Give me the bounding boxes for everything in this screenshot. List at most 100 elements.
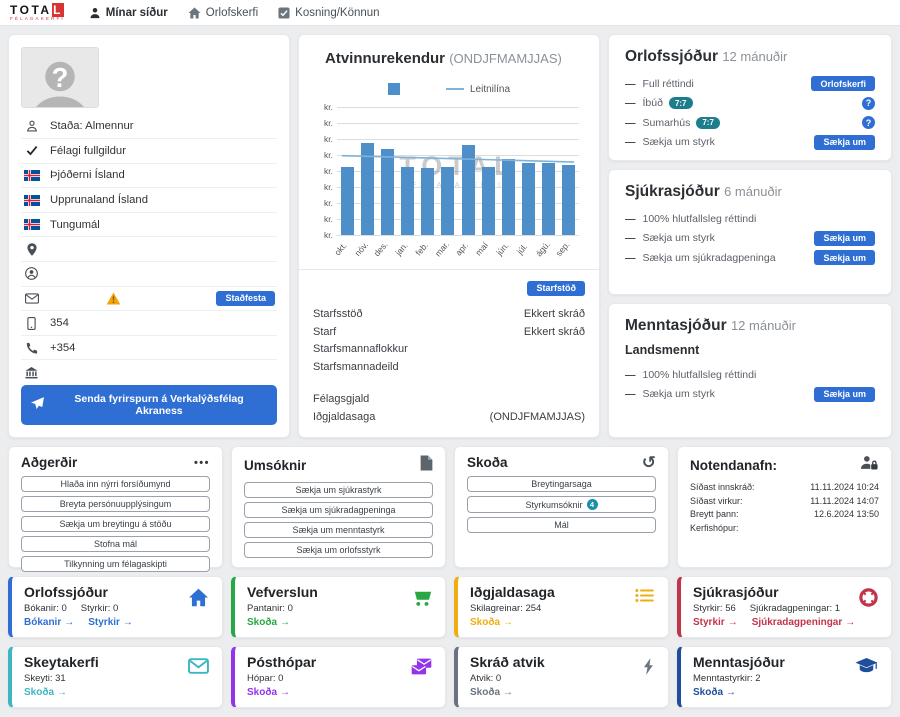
stat-links: Styrkir→ Sjúkradagpeningar→ — [693, 617, 879, 628]
envelope-icon — [23, 293, 40, 304]
application-button[interactable]: Sækja um sjúkradagpeninga — [244, 502, 433, 518]
detail-row-starf: Starf Ekkert skráð — [313, 324, 585, 342]
button-label: Sækja um sjúkradagpeninga — [281, 505, 395, 515]
nav-item-kosning-konnun[interactable]: Kosning/Könnun — [278, 7, 379, 19]
apply-sickpay-button[interactable]: Sækja um — [814, 250, 875, 265]
view-button[interactable]: Styrkumsóknir4 — [467, 496, 656, 513]
stat-links: Skoða→ — [470, 617, 656, 628]
apply-grant-button[interactable]: Sækja um — [814, 387, 875, 402]
action-button[interactable]: Tilkynning um félagaskipti — [21, 556, 210, 572]
stat-card-title: Skeytakerfi — [24, 654, 210, 670]
stat-value: Skilagreinar: 254 — [470, 603, 541, 614]
confirm-email-button[interactable]: Staðfesta — [216, 291, 275, 306]
starfstod-button[interactable]: Starfstöð — [527, 281, 585, 296]
stat-links: Skoða→ — [470, 687, 656, 698]
send-inquiry-button[interactable]: Senda fyrirspurn á Verkalýðsfélag Akrane… — [21, 385, 277, 425]
top-navbar: TOTAL FÉLAGAKERFI Mínar síður Orlofskerf… — [0, 0, 900, 26]
stat-links: Skoða→ — [247, 687, 433, 698]
iceland-flag-icon — [23, 170, 40, 181]
help-icon[interactable] — [862, 97, 875, 110]
gridline — [337, 235, 579, 236]
logo-text: TOTAL — [10, 4, 65, 16]
location-pin-icon — [23, 243, 40, 256]
check-icon — [23, 145, 40, 156]
trend-line — [337, 107, 579, 235]
stat-value: Atvik: 0 — [470, 673, 501, 684]
profile-nationality-text: Þjóðerni Ísland — [50, 169, 125, 181]
card-title: Aðgerðir — [21, 455, 77, 470]
nav-item-minar-sidur[interactable]: Mínar síður — [89, 7, 168, 19]
application-button[interactable]: Sækja um menntastyrk — [244, 522, 433, 538]
stat-value: Menntastyrkir: 2 — [693, 673, 761, 684]
total-logo: TOTAL FÉLAGAKERFI — [10, 4, 65, 22]
stat-link-skoða[interactable]: Skoða→ — [470, 687, 513, 698]
stat-link-skoða[interactable]: Skoða→ — [693, 687, 736, 698]
iceland-flag-icon — [23, 219, 40, 230]
avatar[interactable]: ? — [21, 47, 99, 108]
stat-link-bókanir[interactable]: Bókanir→ — [24, 617, 74, 628]
help-icon[interactable] — [862, 116, 875, 129]
profile-row-address — [21, 237, 277, 262]
action-button[interactable]: Breyta persónuupplýsingum — [21, 496, 210, 512]
view-button[interactable]: Mál — [467, 517, 656, 533]
orlofskerfi-button[interactable]: Orlofskerfi — [811, 76, 875, 91]
profile-phone-text: +354 — [50, 342, 75, 354]
account-value: 12.6.2024 13:50 — [814, 508, 879, 522]
history-icon[interactable]: ↺ — [642, 457, 656, 469]
stat-link-skoða[interactable]: Skoða→ — [24, 687, 67, 698]
stat-card-sjukrasjodur: SjúkrasjóðurStyrkir: 56Sjúkradagpeningar… — [677, 576, 892, 638]
view-button[interactable]: Breytingarsaga — [467, 476, 656, 492]
application-button[interactable]: Sækja um sjúkrastyrk — [244, 482, 433, 498]
nav-item-orlofskerfi[interactable]: Orlofskerfi — [188, 7, 258, 19]
fund-title: Sjúkrasjóður 6 mánuðir — [625, 183, 875, 201]
y-axis-tick: kr. — [324, 118, 333, 128]
stat-link-skoða[interactable]: Skoða→ — [247, 687, 290, 698]
fund-row-label: Sækja um sjúkradagpeninga — [643, 252, 776, 264]
detail-label: Starf — [313, 324, 336, 342]
stat-link-styrkir[interactable]: Styrkir→ — [693, 617, 738, 628]
stat-value: Styrkir: 56 — [693, 603, 736, 614]
fund-row-label: Full réttindi — [643, 78, 694, 90]
actions-button-list: Hlaða inn nýrri forsíðumynd Breyta persón… — [21, 476, 210, 572]
fund-title-text: Orlofssjóður — [625, 48, 718, 65]
y-axis-tick: kr. — [324, 134, 333, 144]
action-button[interactable]: Hlaða inn nýrri forsíðumynd — [21, 476, 210, 492]
account-value: 11.11.2024 10:24 — [810, 481, 879, 495]
apply-grant-button[interactable]: Sækja um — [814, 231, 875, 246]
card-title: Notendanafn: — [690, 458, 777, 473]
stat-value: Skeyti: 31 — [24, 673, 66, 684]
phone-icon — [23, 342, 40, 354]
account-row-modified: Breytt þann: 12.6.2024 13:50 — [690, 508, 879, 522]
stat-link-skoða[interactable]: Skoða→ — [247, 617, 290, 628]
arrow-right-icon: → — [57, 687, 67, 698]
action-button[interactable]: Stofna mál — [21, 536, 210, 552]
y-axis-tick: kr. — [324, 198, 333, 208]
orlofssjodur-card: Orlofssjóður 12 mánuðir — Full réttindi … — [608, 34, 892, 161]
stat-link-styrkir[interactable]: Styrkir→ — [88, 617, 133, 628]
stat-link-label: Bókanir — [24, 617, 61, 628]
ellipsis-menu-icon[interactable]: ••• — [194, 457, 210, 469]
dash-icon: — — [625, 369, 636, 381]
stat-link-label: Skoða — [693, 687, 723, 698]
dash-icon: — — [625, 97, 636, 109]
nav-label: Kosning/Könnun — [295, 7, 379, 19]
landsmennt-subtitle: Landsmennt — [625, 343, 875, 357]
stat-value: Hópar: 0 — [247, 673, 283, 684]
stat-link-skoða[interactable]: Skoða→ — [470, 617, 513, 628]
arrow-right-icon: → — [123, 617, 133, 628]
application-button[interactable]: Sækja um orlofsstyrk — [244, 542, 433, 558]
fund-row-sumarhus: — Sumarhús 7:7 — [625, 113, 875, 133]
account-label: Síðast innskráð: — [690, 481, 755, 495]
bank-icon — [23, 367, 40, 379]
fund-period: 12 mánuðir — [731, 318, 796, 333]
fund-row-saekja-um-styrk: — Sækja um styrk Sækja um — [625, 133, 875, 153]
apply-grant-button[interactable]: Sækja um — [814, 135, 875, 150]
warning-icon — [106, 292, 121, 305]
stat-cards-grid: OrlofssjóðurBókanir: 0Styrkir: 0Bókanir→… — [0, 576, 900, 708]
nav-label: Mínar síður — [106, 7, 168, 19]
action-button[interactable]: Sækja um breytingu á stöðu — [21, 516, 210, 532]
applications-button-list: Sækja um sjúkrastyrk Sækja um sjúkradagpe… — [244, 482, 433, 558]
stat-card-title: Pósthópar — [247, 654, 433, 670]
stat-link-sjúkradagpeningar[interactable]: Sjúkradagpeningar→ — [752, 617, 856, 628]
fund-title-text: Sjúkrasjóður — [625, 183, 720, 200]
